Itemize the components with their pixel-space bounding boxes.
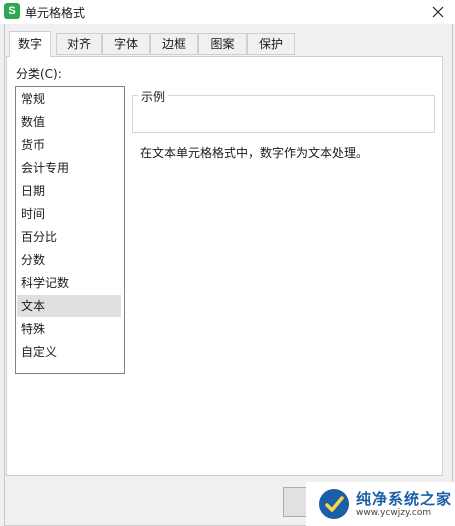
close-button[interactable] (421, 0, 455, 24)
category-item-scientific[interactable]: 科学记数 (17, 272, 121, 294)
category-item-date[interactable]: 日期 (17, 180, 121, 202)
tab-border[interactable]: 边框 (150, 33, 198, 55)
title-bar: S 单元格格式 (0, 0, 455, 24)
tab-font[interactable]: 字体 (102, 33, 150, 55)
tab-alignment[interactable]: 对齐 (56, 33, 102, 55)
sample-title: 示例 (138, 88, 169, 105)
category-item-special[interactable]: 特殊 (17, 318, 121, 340)
category-label: 分类(C): (16, 67, 62, 81)
category-item-time[interactable]: 时间 (17, 203, 121, 225)
window-title: 单元格格式 (25, 6, 86, 20)
app-icon: S (4, 3, 20, 19)
tab-protection[interactable]: 保护 (247, 33, 295, 55)
watermark-logo-icon (319, 489, 349, 519)
tab-number[interactable]: 数字 (9, 31, 51, 57)
watermark-name: 纯净系统之家 (356, 489, 453, 508)
category-list[interactable]: 常规 数值 货币 会计专用 日期 时间 百分比 分数 科学记数 文本 特殊 自定… (15, 86, 125, 374)
watermark: 纯净系统之家 www.ycwjzy.com (306, 482, 455, 526)
close-icon (432, 6, 444, 18)
watermark-url: www.ycwjzy.com (356, 507, 432, 518)
category-item-accounting[interactable]: 会计专用 (17, 157, 121, 179)
category-item-currency[interactable]: 货币 (17, 134, 121, 156)
category-item-general[interactable]: 常规 (17, 88, 121, 110)
category-item-custom[interactable]: 自定义 (17, 341, 121, 363)
category-item-text[interactable]: 文本 (17, 295, 121, 317)
format-description: 在文本单元格格式中，数字作为文本处理。 (140, 146, 369, 160)
category-item-number[interactable]: 数值 (17, 111, 121, 133)
sample-group (132, 95, 435, 133)
category-item-fraction[interactable]: 分数 (17, 249, 121, 271)
category-item-percentage[interactable]: 百分比 (17, 226, 121, 248)
tab-pattern[interactable]: 图案 (198, 33, 247, 55)
